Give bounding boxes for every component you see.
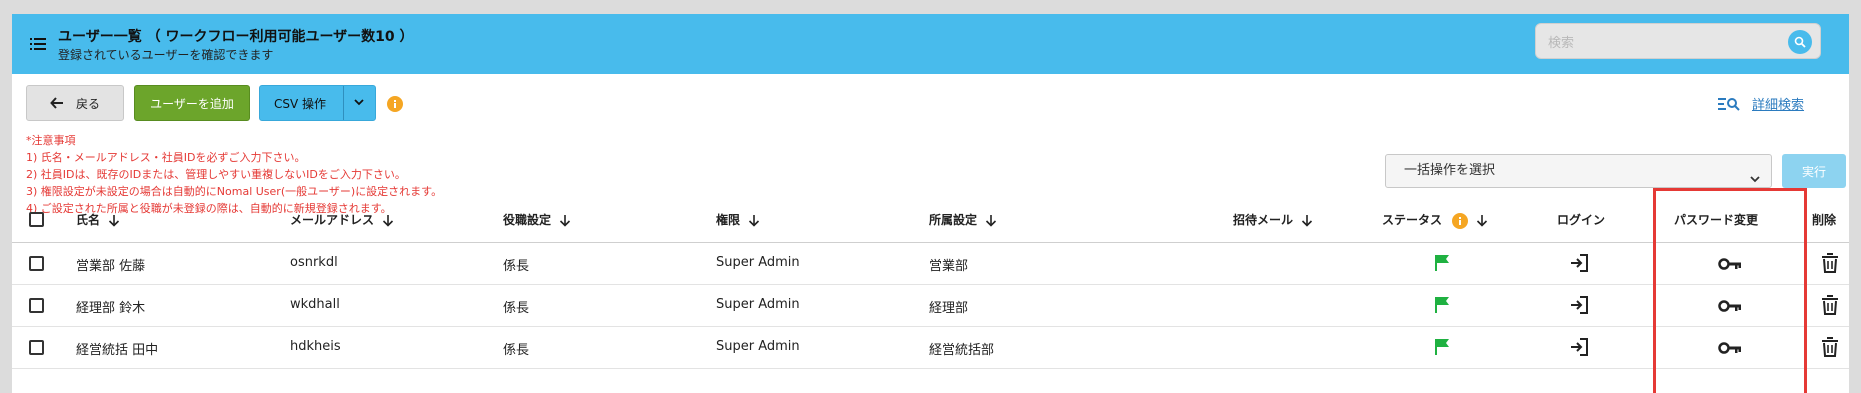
user-email: hdkheis xyxy=(290,339,341,354)
user-department: 経営統括部 xyxy=(929,343,995,358)
sort-arrow-icon xyxy=(748,215,760,227)
csv-operations-button[interactable]: CSV 操作 xyxy=(259,85,376,121)
user-name: 営業部 佐藤 xyxy=(76,259,146,274)
column-header-role[interactable]: 権限 xyxy=(716,211,760,228)
user-email: wkdhall xyxy=(290,297,340,312)
search-box xyxy=(1535,23,1821,59)
sort-arrow-icon xyxy=(559,215,571,227)
chevron-down-icon xyxy=(1749,166,1761,198)
column-header-email[interactable]: メールアドレス xyxy=(290,211,394,228)
user-name: 経理部 鈴木 xyxy=(76,301,146,316)
table-row: 経理部 鈴木 wkdhall 係長 Super Admin 経理部 xyxy=(12,285,1849,327)
chevron-down-icon[interactable] xyxy=(353,96,365,111)
user-name: 経営統括 田中 xyxy=(76,343,159,358)
sort-arrow-icon xyxy=(108,215,120,227)
column-header-status[interactable]: ステータス xyxy=(1382,211,1488,229)
column-header-department[interactable]: 所属設定 xyxy=(929,211,997,228)
key-icon[interactable] xyxy=(1718,340,1742,359)
login-icon[interactable] xyxy=(1569,337,1589,361)
key-icon[interactable] xyxy=(1718,256,1742,275)
note-line: 1) 氏名・メールアドレス・社員IDを必ずご入力下さい。 xyxy=(26,151,306,164)
user-role: Super Admin xyxy=(716,339,800,354)
add-user-button-label: ユーザーを追加 xyxy=(150,96,234,111)
search-button[interactable] xyxy=(1788,30,1812,54)
page-subtitle: 登録されているユーザーを確認できます xyxy=(58,48,274,62)
row-checkbox[interactable] xyxy=(29,340,44,355)
column-header-label: 招待メール xyxy=(1233,213,1294,227)
back-button-label: 戻る xyxy=(75,96,100,111)
trash-icon[interactable] xyxy=(1822,337,1838,361)
column-header-delete: 削除 xyxy=(1812,213,1837,227)
add-user-button[interactable]: ユーザーを追加 xyxy=(134,85,250,121)
csv-button-label: CSV 操作 xyxy=(274,96,327,111)
user-position: 係長 xyxy=(503,301,530,316)
sort-arrow-icon xyxy=(985,215,997,227)
user-email: osnrkdl xyxy=(290,255,338,270)
advanced-search-link[interactable]: 詳細検索 xyxy=(1752,94,1804,113)
sort-arrow-icon xyxy=(382,215,394,227)
key-icon[interactable] xyxy=(1718,298,1742,317)
arrow-left-icon xyxy=(50,97,63,109)
sort-arrow-icon xyxy=(1476,215,1488,227)
user-role: Super Admin xyxy=(716,297,800,312)
column-header-label: メールアドレス xyxy=(290,213,375,227)
user-position: 係長 xyxy=(503,259,530,274)
column-header-name[interactable]: 氏名 xyxy=(76,211,120,228)
page-title: ユーザー一覧 （ ワークフロー利用可能ユーザー数10 ） xyxy=(58,29,414,45)
app-frame: ユーザー一覧 （ ワークフロー利用可能ユーザー数10 ） 登録されているユーザー… xyxy=(12,14,1849,393)
user-department: 経理部 xyxy=(929,301,969,316)
row-checkbox[interactable] xyxy=(29,298,44,313)
column-header-label: 権限 xyxy=(716,213,741,227)
trash-icon[interactable] xyxy=(1822,295,1838,319)
search-input[interactable] xyxy=(1546,32,1780,54)
search-icon xyxy=(1794,36,1806,48)
login-icon[interactable] xyxy=(1569,253,1589,277)
note-line: *注意事項 xyxy=(26,134,76,147)
column-header-label: 氏名 xyxy=(76,213,101,227)
table-header-row: 氏名 メールアドレス 役職設定 権限 所属設定 招待メール ステータス ログイン… xyxy=(12,196,1849,243)
back-button[interactable]: 戻る xyxy=(26,85,124,121)
flag-icon[interactable] xyxy=(1434,254,1450,276)
user-role: Super Admin xyxy=(716,255,800,270)
column-header-label: 役職設定 xyxy=(503,213,552,227)
select-all-checkbox[interactable] xyxy=(29,212,44,227)
flag-icon[interactable] xyxy=(1434,296,1450,318)
execute-button[interactable]: 実行 xyxy=(1782,154,1846,188)
column-header-password: パスワード変更 xyxy=(1674,213,1759,227)
column-header-position[interactable]: 役職設定 xyxy=(503,211,571,228)
login-icon[interactable] xyxy=(1569,295,1589,319)
flag-icon[interactable] xyxy=(1434,338,1450,360)
trash-icon[interactable] xyxy=(1822,253,1838,277)
page-header: ユーザー一覧 （ ワークフロー利用可能ユーザー数10 ） 登録されているユーザー… xyxy=(12,14,1849,74)
column-header-label: 所属設定 xyxy=(929,213,978,227)
execute-button-label: 実行 xyxy=(1801,164,1826,179)
info-icon[interactable] xyxy=(387,96,403,116)
bulk-action-select-value: 一括操作を選択 xyxy=(1404,163,1496,178)
info-icon[interactable] xyxy=(1452,212,1469,229)
table-row: 営業部 佐藤 osnrkdl 係長 Super Admin 営業部 xyxy=(12,243,1849,285)
csv-button-divider xyxy=(343,86,344,120)
sort-arrow-icon xyxy=(1301,215,1313,227)
user-position: 係長 xyxy=(503,343,530,358)
table-row: 経営統括 田中 hdkheis 係長 Super Admin 経営統括部 xyxy=(12,327,1849,369)
column-header-label: ステータス xyxy=(1382,213,1443,227)
column-header-login: ログイン xyxy=(1557,213,1606,227)
user-department: 営業部 xyxy=(929,259,969,274)
note-line: 2) 社員IDは、既存のIDまたは、管理しやすい重複しないIDをご入力下さい。 xyxy=(26,168,406,181)
row-checkbox[interactable] xyxy=(29,256,44,271)
bulk-action-select[interactable]: 一括操作を選択 xyxy=(1385,154,1772,188)
column-header-invite[interactable]: 招待メール xyxy=(1233,211,1313,228)
list-icon[interactable] xyxy=(30,36,46,55)
filter-search-icon[interactable] xyxy=(1718,96,1740,115)
